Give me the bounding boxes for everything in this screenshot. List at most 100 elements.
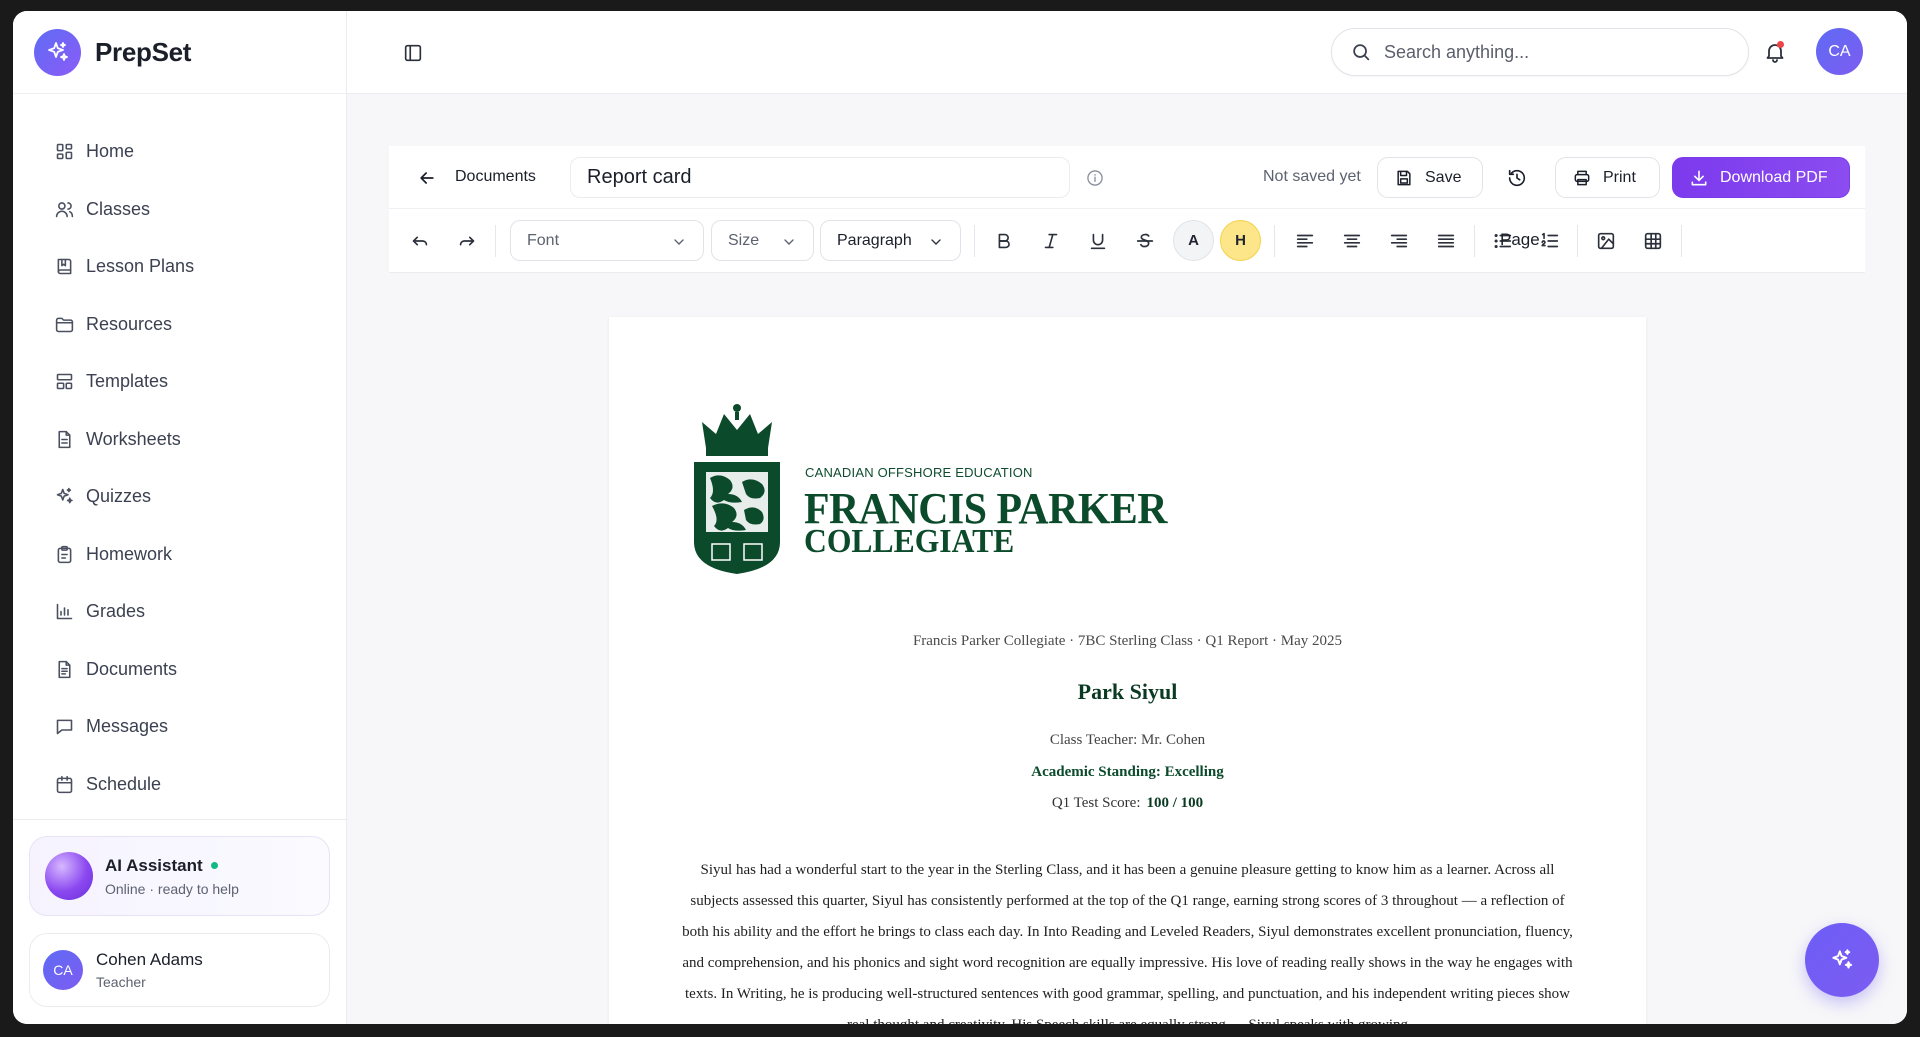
- sidebar: PrepSet Home Classes Lesson Plans Resour…: [13, 11, 347, 1024]
- printer-icon: [1574, 170, 1590, 185]
- image-icon[interactable]: [1595, 230, 1617, 252]
- sidebar-item-templates[interactable]: Templates: [13, 353, 346, 411]
- bold-icon[interactable]: [993, 230, 1015, 252]
- back-to-documents-link[interactable]: Documents: [455, 168, 536, 186]
- layout-icon: [56, 373, 73, 390]
- sidebar-item-label: Grades: [86, 601, 146, 622]
- download-icon: [1691, 170, 1707, 185]
- message-icon: [56, 719, 73, 735]
- numbered-list-icon[interactable]: [1539, 230, 1561, 252]
- size-select[interactable]: Size: [711, 220, 814, 261]
- search-icon: [1353, 44, 1370, 61]
- file-icon: [58, 430, 71, 448]
- document-editor: Documents Not saved yet Save Print: [389, 146, 1865, 1024]
- document-header: Documents Not saved yet Save Print: [389, 146, 1865, 209]
- sidebar-item-documents[interactable]: Documents: [13, 641, 346, 699]
- search-bar[interactable]: [1331, 28, 1749, 76]
- notification-badge: [1777, 41, 1784, 48]
- online-status-dot: [210, 862, 218, 869]
- toolbar-divider: [1274, 225, 1275, 257]
- page-settings-button[interactable]: Page: [1500, 230, 1540, 250]
- underline-icon[interactable]: [1087, 230, 1109, 252]
- sidebar-item-schedule[interactable]: Schedule: [13, 756, 346, 814]
- save-label: Save: [1425, 168, 1462, 186]
- align-right-icon[interactable]: [1388, 230, 1410, 252]
- arrow-left-icon[interactable]: [417, 168, 437, 188]
- table-icon[interactable]: [1642, 230, 1664, 252]
- align-left-icon[interactable]: [1294, 230, 1316, 252]
- save-icon: [1397, 170, 1411, 185]
- app-window: PrepSet Home Classes Lesson Plans Resour…: [13, 11, 1907, 1024]
- text-color-button[interactable]: A: [1173, 220, 1214, 261]
- toolbar-divider: [974, 225, 975, 257]
- sidebar-item-messages[interactable]: Messages: [13, 698, 346, 756]
- test-score-value: 100 / 100: [1146, 795, 1204, 811]
- align-center-icon[interactable]: [1341, 230, 1363, 252]
- sidebar-item-label: Quizzes: [86, 486, 152, 507]
- calendar-icon: [56, 775, 73, 793]
- school-tagline: CANADIAN OFFSHORE EDUCATION: [805, 465, 1033, 480]
- user-profile-card[interactable]: CA Cohen Adams Teacher: [29, 933, 330, 1007]
- chevron-down-icon: [674, 239, 684, 245]
- sidebar-item-homework[interactable]: Homework: [13, 526, 346, 584]
- paragraph-style-select[interactable]: Paragraph: [820, 220, 961, 261]
- print-label: Print: [1603, 168, 1636, 186]
- highlight-button[interactable]: H: [1220, 220, 1261, 261]
- sidebar-item-label: Schedule: [86, 773, 162, 794]
- toolbar-divider: [1474, 225, 1475, 257]
- save-button[interactable]: Save: [1377, 157, 1483, 198]
- sidebar-item-label: Worksheets: [86, 428, 181, 449]
- user-name: Cohen Adams: [96, 950, 203, 969]
- folder-icon: [55, 317, 74, 333]
- sparkles-icon: [56, 488, 73, 504]
- ai-assistant-fab[interactable]: [1805, 923, 1879, 997]
- dashboard-icon: [56, 143, 73, 160]
- sidebar-item-lesson-plans[interactable]: Lesson Plans: [13, 238, 346, 296]
- ai-assistant-title: AI Assistant: [105, 856, 239, 876]
- toolbar-divider: [495, 225, 496, 257]
- sidebar-toggle-icon[interactable]: [402, 42, 424, 64]
- download-pdf-button[interactable]: Download PDF: [1672, 157, 1850, 198]
- search-input[interactable]: [1384, 41, 1704, 63]
- font-select[interactable]: Font: [510, 220, 704, 261]
- document-page[interactable]: CANADIAN OFFSHORE EDUCATION FRANCIS PARK…: [609, 317, 1646, 1024]
- top-bar: CA: [347, 11, 1907, 94]
- chevron-down-icon: [784, 239, 794, 245]
- main-area: CA Documents Not saved yet Save: [347, 11, 1907, 1024]
- italic-icon[interactable]: [1040, 230, 1062, 252]
- sidebar-nav: Home Classes Lesson Plans Resources Temp…: [13, 94, 346, 813]
- strikethrough-icon[interactable]: [1134, 230, 1156, 252]
- student-name: Park Siyul: [1077, 679, 1178, 704]
- class-teacher: Class Teacher: Mr. Cohen: [1049, 732, 1206, 748]
- download-pdf-label: Download PDF: [1720, 168, 1828, 186]
- history-icon[interactable]: [1506, 167, 1528, 189]
- clipboard-icon: [57, 545, 72, 563]
- brand[interactable]: PrepSet: [13, 11, 346, 94]
- toolbar-divider: [1577, 225, 1578, 257]
- info-icon[interactable]: [1085, 168, 1105, 188]
- sidebar-item-home[interactable]: Home: [13, 123, 346, 181]
- ai-assistant-card[interactable]: AI Assistant Online · ready to help: [29, 836, 330, 916]
- sidebar-item-quizzes[interactable]: Quizzes: [13, 468, 346, 526]
- book-icon: [57, 258, 72, 275]
- users-icon: [55, 201, 74, 218]
- print-button[interactable]: Print: [1555, 157, 1660, 198]
- sparkles-logo-icon: [34, 28, 81, 76]
- formatting-toolbar: Font Size Paragraph A H Page: [389, 209, 1865, 273]
- sidebar-item-label: Templates: [86, 371, 169, 392]
- sidebar-item-resources[interactable]: Resources: [13, 296, 346, 354]
- avatar: CA: [43, 950, 83, 990]
- save-status-text: Not saved yet: [1263, 168, 1361, 185]
- align-justify-icon[interactable]: [1435, 230, 1457, 252]
- sidebar-item-worksheets[interactable]: Worksheets: [13, 411, 346, 469]
- document-title-input[interactable]: [570, 157, 1070, 198]
- sidebar-item-classes[interactable]: Classes: [13, 181, 346, 239]
- sidebar-item-grades[interactable]: Grades: [13, 583, 346, 641]
- chevron-down-icon: [931, 239, 941, 245]
- avatar[interactable]: CA: [1816, 28, 1863, 75]
- redo-icon[interactable]: [456, 230, 478, 252]
- ai-assistant-status: Online · ready to help: [105, 880, 239, 897]
- paragraph-select-value: Paragraph: [837, 231, 912, 249]
- document-icon: [58, 660, 71, 678]
- undo-icon[interactable]: [409, 230, 431, 252]
